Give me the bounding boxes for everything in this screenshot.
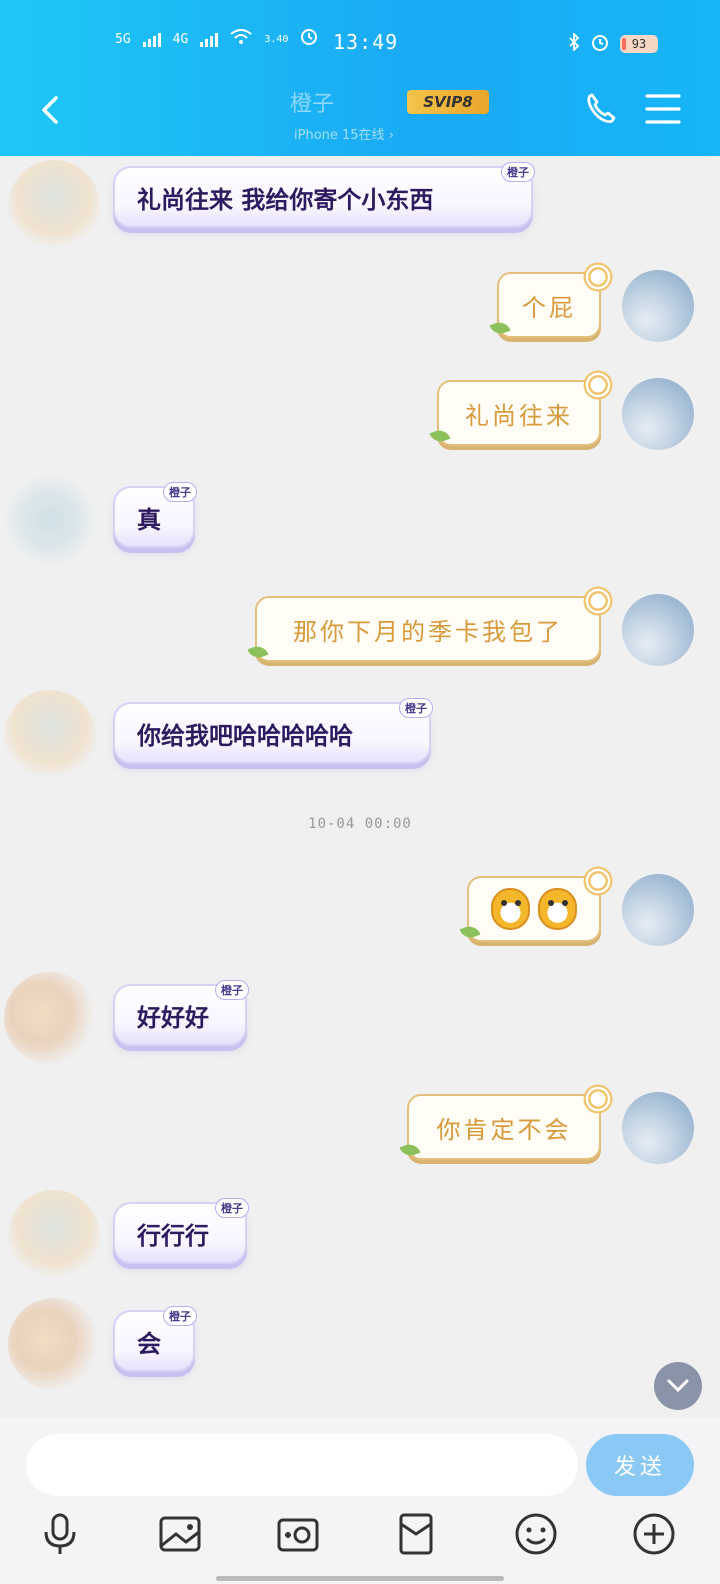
my-avatar[interactable]	[622, 874, 694, 946]
cat-emoji-icon	[538, 888, 577, 930]
leaf-icon	[429, 427, 451, 445]
emoji-icon	[515, 1513, 557, 1555]
phone-icon	[587, 93, 616, 123]
message-text: 好好好	[137, 1003, 209, 1032]
voice-button[interactable]	[36, 1510, 84, 1558]
leaf-icon	[489, 319, 511, 337]
message-bubble[interactable]: 真 橙子	[113, 482, 197, 548]
chat-header: 5G 4G 3.40 13:49 93 橙子 SVIP8 iPhone 15在线…	[0, 0, 720, 156]
message-bubble[interactable]: 个屁	[489, 260, 615, 338]
message-bubble[interactable]: 你给我吧哈哈哈哈哈 橙子	[113, 698, 433, 764]
bluetooth-icon	[568, 31, 580, 55]
message-text: 那你下月的季卡我包了	[293, 617, 563, 646]
message-text: 礼尚往来 我给你寄个小东西	[137, 185, 434, 214]
send-button[interactable]: 发送	[586, 1434, 694, 1496]
message-bubble[interactable]: 礼尚往来	[429, 368, 615, 446]
chat-screen: 5G 4G 3.40 13:49 93 橙子 SVIP8 iPhone 15在线…	[0, 0, 720, 1584]
network-4g-label: 4G	[172, 31, 189, 47]
alarm-icon	[590, 32, 610, 56]
battery-level: 93	[631, 37, 647, 51]
sync-icon	[300, 28, 318, 50]
camera-button[interactable]	[274, 1510, 322, 1558]
my-avatar[interactable]	[622, 594, 694, 666]
input-toolbar	[0, 1510, 720, 1570]
sun-icon	[581, 1082, 615, 1116]
message-text: 你给我吧哈哈哈哈哈	[137, 721, 353, 750]
message-text: 行行行	[137, 1221, 209, 1250]
message-text: 你肯定不会	[436, 1115, 572, 1144]
back-arrow-icon	[42, 96, 58, 124]
image-icon	[159, 1516, 201, 1552]
clock: 13:49	[333, 30, 399, 54]
cat-emoji-icon	[491, 888, 530, 930]
message-bubble[interactable]: 好好好 橙子	[113, 980, 249, 1046]
message-bubble[interactable]	[459, 864, 615, 942]
call-button[interactable]	[582, 90, 620, 128]
contact-avatar[interactable]	[8, 1298, 100, 1390]
back-button[interactable]	[34, 92, 70, 128]
sun-icon	[581, 260, 615, 294]
my-avatar[interactable]	[622, 1092, 694, 1164]
bubble-tag: 橙子	[399, 698, 433, 718]
bubble-tag: 橙子	[215, 1198, 249, 1218]
wifi-icon	[230, 29, 252, 49]
message-list[interactable]: 礼尚往来 我给你寄个小东西 橙子 个屁 礼尚往来 真 橙子 那你下月的季卡我包了…	[0, 156, 720, 1420]
message-bubble[interactable]: 那你下月的季卡我包了	[247, 584, 615, 662]
leaf-icon	[399, 1141, 421, 1159]
vip-badge: SVIP8	[407, 90, 489, 114]
battery-icon: 93	[620, 35, 658, 53]
message-bubble[interactable]: 行行行 橙子	[113, 1198, 249, 1264]
leaf-icon	[459, 923, 481, 941]
menu-icon	[645, 94, 681, 124]
network-speed: 3.40	[264, 33, 289, 45]
status-right: 93	[568, 31, 658, 56]
signal-icon	[142, 31, 161, 47]
red-packet-button[interactable]	[392, 1510, 440, 1558]
signal-icon	[200, 31, 219, 47]
microphone-icon	[44, 1513, 76, 1554]
message-text: 真	[137, 505, 161, 534]
chevron-down-icon	[667, 1379, 689, 1393]
status-bar: 5G 4G 3.40 13:49 93	[0, 22, 720, 62]
message-timestamp: 10-04 00:00	[308, 816, 412, 832]
input-bar: 发送	[0, 1418, 720, 1584]
message-input[interactable]	[26, 1434, 578, 1496]
scroll-to-bottom-button[interactable]	[654, 1362, 702, 1410]
message-text: 会	[137, 1329, 161, 1358]
bubble-tag: 橙子	[163, 482, 197, 502]
message-text: 礼尚往来	[465, 401, 573, 430]
red-packet-icon	[399, 1513, 433, 1555]
bubble-tag: 橙子	[163, 1306, 197, 1326]
contact-avatar[interactable]	[8, 160, 100, 252]
plus-icon	[633, 1513, 675, 1555]
my-avatar[interactable]	[622, 270, 694, 342]
menu-button[interactable]	[644, 92, 682, 126]
contact-avatar[interactable]	[8, 1190, 100, 1282]
emoji-button[interactable]	[512, 1510, 560, 1558]
message-bubble[interactable]: 礼尚往来 我给你寄个小东西 橙子	[113, 162, 535, 228]
my-avatar[interactable]	[622, 378, 694, 450]
status-left: 5G 4G 3.40	[115, 28, 318, 50]
photo-button[interactable]	[156, 1510, 204, 1558]
bubble-tag: 橙子	[501, 162, 535, 182]
camera-icon	[277, 1518, 319, 1552]
home-indicator[interactable]	[216, 1576, 504, 1581]
nav-bar: 橙子 SVIP8 iPhone 15在线 ›	[0, 80, 720, 143]
leaf-icon	[247, 643, 269, 661]
contact-name: 橙子	[290, 92, 335, 117]
more-button[interactable]	[630, 1510, 678, 1558]
message-bubble[interactable]: 你肯定不会	[399, 1082, 615, 1160]
contact-avatar[interactable]	[4, 474, 96, 566]
online-status: iPhone 15在线 ›	[294, 128, 394, 143]
bubble-tag: 橙子	[215, 980, 249, 1000]
contact-title[interactable]: 橙子 SVIP8 iPhone 15在线 ›	[270, 84, 500, 143]
sun-icon	[581, 864, 615, 898]
message-text: 个屁	[522, 293, 576, 322]
sun-icon	[581, 368, 615, 402]
contact-avatar[interactable]	[4, 690, 96, 782]
contact-avatar[interactable]	[4, 972, 96, 1064]
message-bubble[interactable]: 会 橙子	[113, 1306, 197, 1372]
sun-icon	[581, 584, 615, 618]
network-5g-label: 5G	[115, 31, 131, 47]
